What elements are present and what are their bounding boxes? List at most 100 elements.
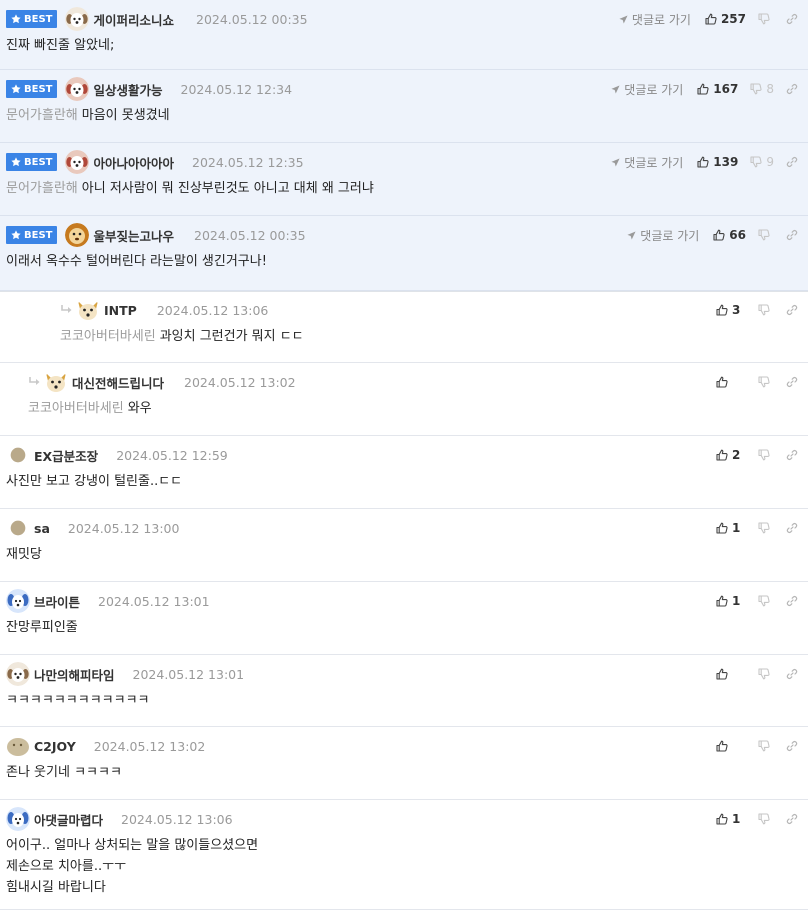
best-badge-label: BEST: [24, 156, 53, 168]
comment-text-line: 문어가흘란해 마음이 못생겼네: [6, 105, 798, 126]
avatar[interactable]: [65, 150, 90, 174]
dislike-button[interactable]: 8: [750, 82, 774, 96]
author-name[interactable]: INTP: [104, 303, 137, 318]
like-count: 1: [732, 594, 741, 608]
dislike-button[interactable]: [758, 740, 774, 752]
reply-target-name[interactable]: 문어가흘란해: [6, 108, 78, 123]
author-name[interactable]: sa: [34, 521, 50, 536]
dislike-button[interactable]: [758, 304, 774, 316]
comment-row: 브라이튼 2024.05.12 13:01 1 잔망루피인줄: [0, 582, 808, 655]
reply-comment-row: INTP 2024.05.12 13:06 3 코코아버터바세린 과잉치 그런건가 뭐지…: [0, 291, 808, 363]
avatar[interactable]: [6, 662, 30, 686]
comment-actions: 댓글로 가기 167 8: [611, 78, 798, 100]
like-button[interactable]: 139: [697, 155, 738, 169]
comment-text: 마음이 못생겼네: [81, 108, 170, 123]
author-name[interactable]: EX급분조장: [34, 446, 98, 465]
comment-text-line: 코코아버터바세린 와우: [28, 398, 798, 419]
comment-body: 코코아버터바세린 와우: [28, 398, 798, 419]
dislike-button[interactable]: [758, 595, 774, 607]
author-name[interactable]: C2JOY: [34, 739, 76, 754]
link-icon[interactable]: [786, 229, 798, 241]
avatar[interactable]: [6, 589, 30, 613]
dislike-button[interactable]: [758, 449, 774, 461]
like-button[interactable]: 2: [716, 448, 746, 462]
star-icon: [11, 84, 21, 94]
dislike-button[interactable]: [758, 376, 774, 388]
like-button[interactable]: 66: [713, 228, 746, 242]
send-icon: [611, 84, 620, 94]
like-button[interactable]: 1: [716, 812, 746, 826]
comment-text: 잔망루피인줄: [6, 620, 78, 635]
like-button[interactable]: 257: [705, 12, 746, 26]
link-icon[interactable]: [786, 13, 798, 25]
link-icon[interactable]: [786, 156, 798, 168]
like-button[interactable]: [716, 740, 746, 752]
avatar[interactable]: [6, 734, 30, 758]
comment-date: 2024.05.12 13:02: [184, 374, 296, 390]
comment-body: 이래서 옥수수 털어버린다 라는말이 생긴거구나!: [6, 251, 798, 272]
dislike-button[interactable]: [758, 668, 774, 680]
link-icon[interactable]: [786, 449, 798, 461]
link-icon[interactable]: [786, 376, 798, 388]
avatar[interactable]: [6, 807, 30, 831]
reply-target-name[interactable]: 코코아버터바세린: [60, 329, 156, 344]
dislike-button[interactable]: [758, 813, 774, 825]
thumbs-up-icon: [716, 668, 728, 680]
link-icon[interactable]: [786, 522, 798, 534]
like-button[interactable]: 167: [697, 82, 738, 96]
comment-actions: 3: [716, 299, 798, 321]
link-icon[interactable]: [786, 740, 798, 752]
avatar[interactable]: [44, 370, 68, 394]
reply-target-name[interactable]: 문어가흘란해: [6, 181, 78, 196]
dislike-button[interactable]: [758, 13, 774, 25]
author-name[interactable]: 울부짖는고나우: [93, 226, 174, 245]
avatar[interactable]: [65, 223, 90, 247]
comment-header: 나만의해피타임 2024.05.12 13:01: [6, 662, 808, 686]
link-icon[interactable]: [786, 668, 798, 680]
comment-date: 2024.05.12 13:06: [156, 302, 269, 318]
avatar[interactable]: [10, 520, 26, 536]
author-name[interactable]: 일상생활가능: [93, 80, 162, 99]
comment-header: BEST 게이퍼리소니쇼 2024.05.12 00:35 댓글로 가기 257: [6, 7, 808, 31]
goto-comment-label: 댓글로 가기: [624, 82, 684, 97]
author-name[interactable]: 아댓글마렵다: [34, 810, 103, 829]
link-icon[interactable]: [786, 813, 798, 825]
link-icon[interactable]: [786, 304, 798, 316]
avatar[interactable]: [65, 7, 90, 31]
dislike-button[interactable]: [758, 229, 774, 241]
goto-comment-link[interactable]: 댓글로 가기: [627, 227, 699, 244]
dislike-button[interactable]: [758, 522, 774, 534]
comment-actions: 2: [716, 444, 798, 466]
author-name[interactable]: 나만의해피타임: [34, 665, 115, 684]
thumbs-up-icon: [716, 304, 728, 316]
avatar[interactable]: [76, 298, 100, 322]
comment-actions: 1: [716, 808, 798, 830]
thumbs-up-icon: [716, 740, 728, 752]
thumbs-up-icon: [716, 522, 728, 534]
send-icon: [627, 230, 636, 240]
reply-target-name[interactable]: 코코아버터바세린: [28, 401, 124, 416]
comment-row: 아댓글마렵다 2024.05.12 13:06 1 어이구.. 얼마나 상처되는 말을…: [0, 800, 808, 910]
comment-text-line: 재밋당: [6, 544, 798, 565]
like-button[interactable]: 3: [716, 303, 746, 317]
goto-comment-link[interactable]: 댓글로 가기: [611, 154, 683, 171]
like-button[interactable]: 1: [716, 521, 746, 535]
goto-comment-link[interactable]: 댓글로 가기: [611, 81, 683, 98]
thumbs-down-icon: [758, 522, 770, 534]
avatar[interactable]: [65, 77, 90, 101]
link-icon[interactable]: [786, 83, 798, 95]
like-button[interactable]: [716, 376, 746, 388]
thumbs-down-icon: [758, 376, 770, 388]
author-name[interactable]: 아아나아아아아: [93, 153, 174, 172]
goto-comment-label: 댓글로 가기: [624, 155, 684, 170]
comment-body: 사진만 보고 강냉이 털린줄..ㄷㄷ: [6, 471, 798, 492]
link-icon[interactable]: [786, 595, 798, 607]
author-name[interactable]: 브라이튼: [34, 592, 80, 611]
author-name[interactable]: 대신전해드립니다: [72, 373, 164, 392]
like-button[interactable]: 1: [716, 594, 746, 608]
like-button[interactable]: [716, 668, 746, 680]
dislike-button[interactable]: 9: [750, 155, 774, 169]
avatar[interactable]: [10, 447, 26, 463]
author-name[interactable]: 게이퍼리소니쇼: [93, 10, 174, 29]
goto-comment-link[interactable]: 댓글로 가기: [619, 11, 691, 28]
